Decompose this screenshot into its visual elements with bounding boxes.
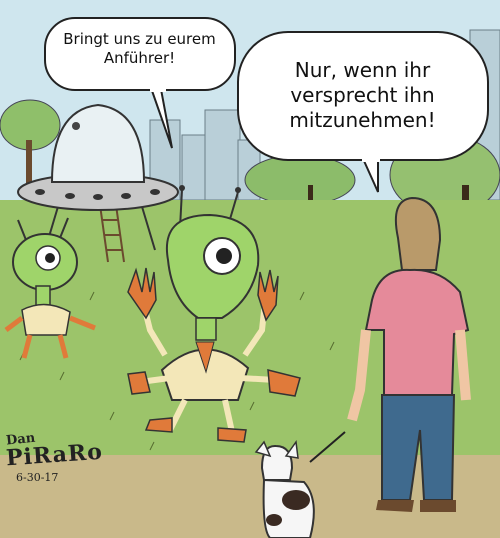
signature-date: 6-30-17: [16, 471, 59, 484]
signature-last-name: PiRaRo: [5, 438, 104, 472]
artist-signature: Dan PiRaRo 6-30-17: [5, 430, 104, 484]
comic-panel: Bringt uns zu eurem Anführer! Nur, wenn …: [0, 0, 500, 538]
speech-text-left: Bringt uns zu eurem Anführer!: [63, 30, 216, 67]
speech-text-right: Nur, wenn ihr versprecht ihn mitzunehmen…: [289, 58, 436, 132]
